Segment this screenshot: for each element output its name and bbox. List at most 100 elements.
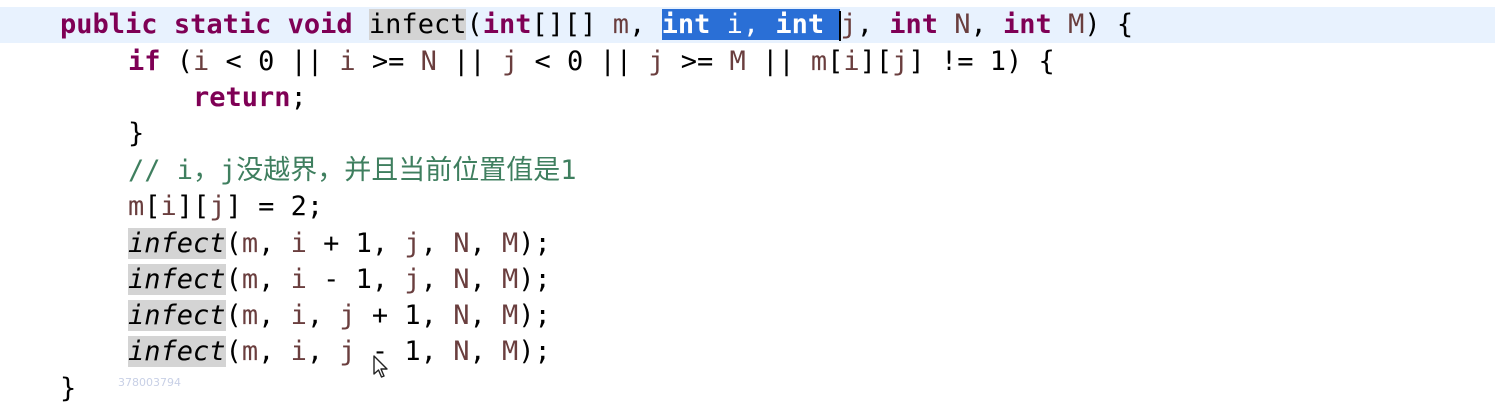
variable-token: j (339, 300, 356, 331)
code-line-current[interactable]: public static void infect(int[][] m, int… (0, 7, 1495, 43)
code-token: , (258, 300, 291, 331)
code-line[interactable]: // i，j没越界，并且当前位置值是1 (0, 153, 1495, 189)
code-token: + 1, (306, 228, 405, 259)
variable-token: j (892, 46, 909, 77)
method-call-token: infect (128, 264, 226, 295)
code-token: ); (518, 336, 551, 367)
code-token: < 0 || (209, 46, 340, 77)
code-token: , (306, 336, 340, 367)
code-token: [ (144, 191, 161, 222)
variable-token: m (612, 9, 630, 40)
code-token: , (856, 9, 890, 40)
code-token: >= (664, 46, 730, 77)
variable-token: N (420, 46, 437, 77)
code-token: ][ (859, 46, 893, 77)
code-token: ); (518, 300, 551, 331)
keyword-token: void (287, 9, 353, 40)
keyword-token: static (173, 9, 272, 40)
selected-text: i, (710, 9, 776, 40)
variable-token: N (453, 264, 470, 295)
code-token: ); (518, 264, 551, 295)
code-line[interactable]: infect(m, i, j - 1, N, M); (0, 334, 1495, 370)
variable-token: N (453, 336, 470, 367)
variable-token: m (241, 228, 259, 259)
code-token: < 0 || (518, 46, 649, 77)
code-token: ( (225, 264, 242, 295)
variable-token: m (241, 336, 259, 367)
code-line[interactable]: return; (0, 80, 1495, 116)
code-token: , (469, 264, 502, 295)
method-call-token: infect (128, 300, 226, 331)
variable-token: j (840, 9, 857, 40)
variable-token: j (648, 46, 665, 77)
code-token: , (469, 228, 502, 259)
method-name-token: infect (368, 9, 467, 40)
keyword-token: if (128, 46, 161, 77)
code-line[interactable]: infect(m, i + 1, j, N, M); (0, 226, 1495, 262)
code-token: - 1, (355, 336, 454, 367)
code-token: , (258, 336, 291, 367)
code-token: } (128, 118, 145, 149)
code-token: ( (466, 9, 483, 40)
code-editor[interactable]: public static void infect(int[][] m, int… (0, 0, 1495, 415)
variable-token: i (193, 46, 210, 77)
code-token: - 1, (306, 264, 405, 295)
variable-token: i (290, 264, 307, 295)
code-line[interactable]: } (0, 371, 1495, 407)
keyword-token: int (482, 9, 532, 40)
code-token: , (306, 300, 340, 331)
watermark-text: 378003794 (118, 376, 181, 389)
keyword-token: public (60, 9, 158, 40)
code-line[interactable]: } (0, 116, 1495, 152)
variable-token: j (404, 264, 421, 295)
code-token: ] != 1) { (908, 46, 1055, 77)
selected-text: int (775, 9, 825, 40)
code-token: [ (827, 46, 844, 77)
mouse-pointer-icon (373, 355, 388, 378)
code-line[interactable]: infect(m, i - 1, j, N, M); (0, 262, 1495, 298)
variable-token: N (453, 228, 470, 259)
variable-token: M (1068, 9, 1085, 40)
code-token: } (60, 373, 77, 404)
code-token: ( (160, 46, 194, 77)
code-token: , (469, 336, 502, 367)
variable-token: m (241, 264, 259, 295)
code-token: ) { (1084, 9, 1134, 40)
code-token: , (258, 264, 291, 295)
code-token: , (420, 228, 454, 259)
variable-token: m (128, 191, 145, 222)
code-token: [][] (531, 9, 613, 40)
method-call-token: infect (128, 336, 226, 367)
selected-text (824, 9, 841, 40)
variable-token: M (501, 336, 519, 367)
variable-token: i (339, 46, 356, 77)
code-token: ][ (176, 191, 210, 222)
keyword-token: int (1003, 9, 1052, 40)
code-token: ; (290, 82, 307, 113)
variable-token: M (501, 264, 519, 295)
code-token: ( (225, 336, 242, 367)
code-token: || (745, 46, 811, 77)
variable-token: M (501, 228, 519, 259)
code-line[interactable]: infect(m, i, j + 1, N, M); (0, 298, 1495, 334)
variable-token: M (501, 300, 519, 331)
code-token: , (629, 9, 662, 40)
comment-token: // i，j没越界，并且当前位置值是1 (128, 155, 577, 186)
code-token: ( (225, 228, 242, 259)
selected-text: int (661, 9, 711, 40)
code-token: , (970, 9, 1004, 40)
variable-token: i (843, 46, 860, 77)
code-line[interactable]: if (i < 0 || i >= N || j < 0 || j >= M |… (0, 44, 1495, 80)
code-token: ] = 2; (225, 191, 324, 222)
code-line[interactable]: m[i][j] = 2; (0, 189, 1495, 225)
variable-token: j (501, 46, 519, 77)
variable-token: i (160, 191, 177, 222)
code-token: , (469, 300, 502, 331)
variable-token: N (453, 300, 470, 331)
code-token: , (258, 228, 291, 259)
code-token: >= (355, 46, 421, 77)
